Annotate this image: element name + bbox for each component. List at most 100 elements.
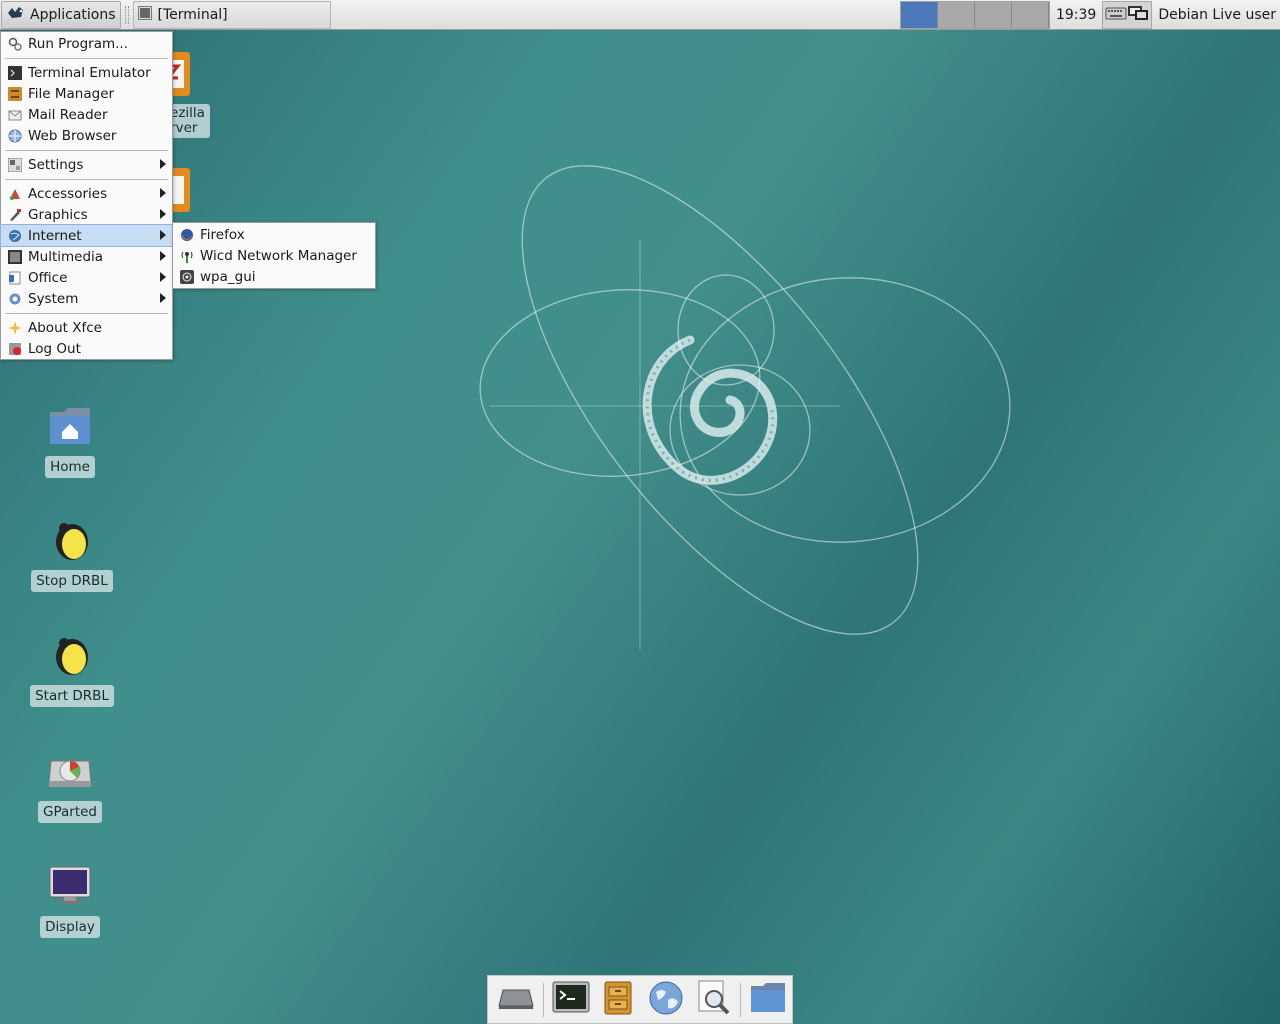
menu-office[interactable]: Office (1, 267, 172, 288)
internet-globe-icon (7, 228, 23, 244)
submenu-label: wpa_gui (200, 268, 256, 285)
office-icon (7, 270, 23, 286)
bottom-dock (487, 975, 793, 1024)
dock-folder[interactable] (744, 977, 792, 1023)
menu-accessories[interactable]: Accessories (1, 183, 172, 204)
mail-icon (7, 107, 23, 123)
gear-icon (7, 291, 23, 307)
menu-about-xfce[interactable]: About Xfce (1, 317, 172, 338)
menu-label: Settings (28, 156, 84, 173)
panel-handle[interactable] (124, 5, 129, 24)
menu-graphics[interactable]: Graphics (1, 204, 172, 225)
wallpaper-debian-swirl (479, 165, 1011, 650)
submenu-arrow-icon (160, 159, 166, 169)
dock-app-finder[interactable] (690, 977, 738, 1023)
menu-web-browser[interactable]: Web Browser (1, 125, 172, 146)
system-tray (1102, 0, 1153, 29)
dock-show-desktop[interactable] (492, 977, 540, 1023)
desktop-icon-stop-drbl[interactable]: Stop DRBL (30, 516, 114, 592)
terminal-icon (7, 65, 23, 81)
workspace-pager (899, 0, 1050, 29)
submenu-wpa-gui[interactable]: wpa_gui (173, 266, 375, 287)
clock[interactable]: 19:39 (1056, 7, 1096, 23)
menu-label: File Manager (28, 85, 115, 102)
desktop-icon-gparted[interactable]: GParted (28, 747, 112, 823)
file-cabinet-icon (7, 86, 23, 102)
start-drbl-label: Start DRBL (30, 685, 114, 707)
menu-label: Web Browser (28, 127, 117, 144)
menu-separator (1, 54, 172, 62)
menu-label: Run Program... (28, 35, 129, 52)
caption-line-1: ezilla (170, 105, 205, 121)
show-desktop-icon (497, 986, 535, 1014)
dock-separator (542, 982, 544, 1017)
drbl-penguin-icon (48, 631, 96, 679)
workspace-3[interactable] (974, 1, 1012, 28)
task-terminal[interactable]: [Terminal] (132, 0, 331, 29)
display-label: Display (40, 916, 100, 938)
applications-menu-button[interactable]: Applications (1, 0, 121, 29)
top-panel: Applications [Terminal] 19:39 Debian Liv… (0, 0, 1280, 30)
desktop-icon-home[interactable]: Home (28, 402, 112, 478)
home-folder-icon (46, 402, 94, 450)
desktop-icon-start-drbl[interactable]: Start DRBL (30, 631, 114, 707)
task-label: [Terminal] (157, 6, 228, 23)
menu-terminal-emulator[interactable]: Terminal Emulator (1, 62, 172, 83)
workspace-2[interactable] (937, 1, 975, 28)
gparted-label: GParted (38, 801, 102, 823)
workspace-1[interactable] (900, 1, 938, 28)
menu-label: Graphics (28, 206, 88, 223)
menu-label: Internet (28, 227, 82, 244)
monitor-icon (46, 862, 94, 910)
file-cabinet-icon (604, 981, 632, 1019)
terminal-icon (137, 5, 152, 24)
menu-label: Multimedia (28, 248, 104, 265)
menu-label: Accessories (28, 185, 108, 202)
menu-label: Terminal Emulator (28, 64, 151, 81)
submenu-wicd-network-manager[interactable]: Wicd Network Manager (173, 245, 375, 266)
menu-mail-reader[interactable]: Mail Reader (1, 104, 172, 125)
menu-system[interactable]: System (1, 288, 172, 309)
menu-run-program[interactable]: Run Program... (1, 33, 172, 54)
submenu-label: Wicd Network Manager (200, 247, 357, 264)
menu-separator (1, 146, 172, 154)
menu-settings[interactable]: Settings (1, 154, 172, 175)
caption-line-2: rver (170, 120, 198, 136)
antenna-icon (179, 248, 195, 264)
applications-menu: Run Program... Terminal Emulator File Ma… (0, 31, 173, 360)
xfce-mouse-icon (6, 4, 26, 26)
terminal-icon (552, 981, 590, 1019)
brush-icon (7, 207, 23, 223)
menu-internet[interactable]: Internet (0, 224, 173, 247)
drbl-penguin-icon (48, 516, 96, 564)
accessories-icon (7, 186, 23, 202)
home-label: Home (45, 456, 95, 478)
globe-icon (648, 980, 684, 1020)
network-icon[interactable] (1127, 4, 1149, 26)
submenu-firefox[interactable]: Firefox (173, 224, 375, 245)
globe-icon (7, 128, 23, 144)
menu-multimedia[interactable]: Multimedia (1, 246, 172, 267)
dock-terminal[interactable] (547, 977, 595, 1023)
submenu-arrow-icon (160, 293, 166, 303)
submenu-arrow-icon (160, 209, 166, 219)
submenu-arrow-icon (160, 251, 166, 261)
submenu-label: Firefox (200, 226, 245, 243)
firefox-icon (179, 227, 195, 243)
dock-file-manager[interactable] (594, 977, 642, 1023)
user-menu[interactable]: Debian Live user (1158, 7, 1276, 23)
menu-label: System (28, 290, 79, 307)
settings-icon (7, 157, 23, 173)
menu-separator (1, 309, 172, 317)
menu-file-manager[interactable]: File Manager (1, 83, 172, 104)
submenu-arrow-icon (160, 230, 166, 240)
menu-log-out[interactable]: Log Out (1, 338, 172, 359)
multimedia-icon (7, 249, 23, 265)
gparted-icon (46, 747, 94, 795)
workspace-4[interactable] (1011, 1, 1049, 28)
keyboard-icon[interactable] (1105, 5, 1127, 25)
menu-separator (1, 175, 172, 183)
desktop-icon-display[interactable]: Display (28, 862, 112, 938)
submenu-arrow-icon (160, 272, 166, 282)
dock-web-browser[interactable] (642, 977, 690, 1023)
